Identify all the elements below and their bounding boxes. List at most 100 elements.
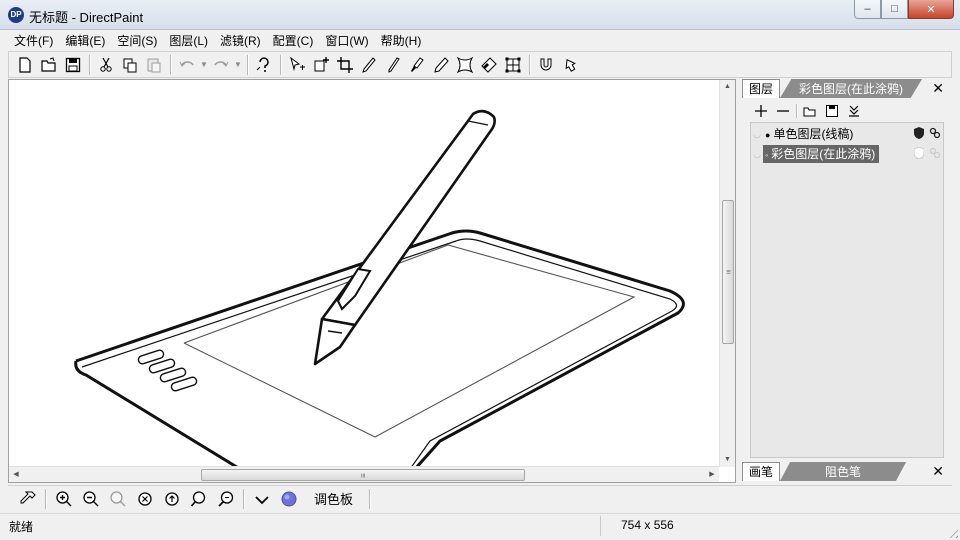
canvas-viewport: ▲ ≡ ▼ ◀ ≡ ▶ xyxy=(8,79,736,483)
status-message: 就绪 xyxy=(9,520,34,534)
view-toolbar: 调色板 xyxy=(8,485,952,511)
horizontal-scrollbar[interactable]: ◀ ≡ ▶ xyxy=(9,466,719,482)
layer-name-text: 单色图层(线稿) xyxy=(773,127,854,141)
crop-icon[interactable] xyxy=(333,54,357,76)
scroll-right-icon[interactable]: ▶ xyxy=(705,467,719,482)
menu-filter[interactable]: 滤镜(R) xyxy=(214,32,267,49)
vertical-scrollbar[interactable]: ▲ ≡ ▼ xyxy=(719,80,735,467)
eraser-icon[interactable] xyxy=(477,54,501,76)
menu-file[interactable]: 文件(F) xyxy=(8,32,59,49)
menu-help[interactable]: 帮助(H) xyxy=(375,32,428,49)
horizontal-scroll-thumb[interactable]: ≡ xyxy=(201,469,525,481)
layer-visibility-icon[interactable]: ◡ xyxy=(751,149,763,160)
maximize-button[interactable]: □ xyxy=(881,0,908,19)
layer-link-icon[interactable] xyxy=(929,126,941,140)
color-swatch-icon[interactable] xyxy=(275,488,302,510)
redo-dropdown-icon[interactable]: ▼ xyxy=(233,54,243,76)
minimize-button[interactable]: – xyxy=(854,0,881,19)
toolbar-separator xyxy=(89,54,90,75)
transform-icon[interactable] xyxy=(309,54,333,76)
layer-name: ◦ 彩色图层(在此涂鸦) xyxy=(763,145,880,163)
move-select-icon[interactable] xyxy=(285,54,309,76)
zoom-disabled-icon[interactable] xyxy=(104,488,131,510)
marker-icon[interactable] xyxy=(429,54,453,76)
toolbar-separator xyxy=(529,54,530,75)
vertical-scroll-thumb[interactable]: ≡ xyxy=(722,200,734,344)
window-title: 无标题 - DirectPaint xyxy=(29,10,144,25)
zoom-in-icon[interactable] xyxy=(50,488,77,510)
chevron-down-icon[interactable] xyxy=(248,488,275,510)
warp-icon[interactable] xyxy=(453,54,477,76)
layers-panel: 图层 彩色图层(在此涂鸦) ✕ ◡ ● 单色图层(线稿) ◡ ◦ 彩色图层(在此涂鸦… xyxy=(742,79,952,483)
undo-dropdown-icon[interactable]: ▼ xyxy=(199,54,209,76)
scroll-down-icon[interactable]: ▼ xyxy=(720,453,735,467)
add-layer-icon[interactable] xyxy=(750,102,772,120)
menu-layer[interactable]: 图层(L) xyxy=(163,32,214,49)
layer-name: ● 单色图层(线稿) xyxy=(763,125,857,143)
palette-button[interactable]: 调色板 xyxy=(302,489,365,508)
layer-bullet-icon: ◦ xyxy=(765,150,769,160)
save-icon[interactable] xyxy=(61,54,85,76)
toolbar-separator xyxy=(796,104,797,118)
open-layer-icon[interactable] xyxy=(799,102,821,120)
layer-visibility-icon[interactable]: ◡ xyxy=(751,129,763,140)
panel-close-icon[interactable]: ✕ xyxy=(932,80,944,96)
redo-icon[interactable] xyxy=(209,54,233,76)
pen-icon[interactable] xyxy=(381,54,405,76)
scroll-left-icon[interactable]: ◀ xyxy=(9,467,23,482)
brush-panel-close-icon[interactable]: ✕ xyxy=(932,463,944,479)
menu-window[interactable]: 窗口(W) xyxy=(319,32,374,49)
toolbar-separator xyxy=(280,54,281,75)
zoom-fit-icon[interactable] xyxy=(158,488,185,510)
save-layer-icon[interactable] xyxy=(821,102,843,120)
status-divider xyxy=(600,516,601,536)
color-picker-icon[interactable] xyxy=(14,488,41,510)
layer-tools xyxy=(750,102,944,120)
zoom-search-icon[interactable] xyxy=(185,488,212,510)
menu-bar: 文件(F) 编辑(E) 空间(S) 图层(L) 滤镜(R) 配置(C) 窗口(W… xyxy=(0,30,960,50)
close-button[interactable]: ✕ xyxy=(908,0,954,19)
tab-color-layer[interactable]: 彩色图层(在此涂鸦) xyxy=(780,79,923,98)
tab-brush[interactable]: 画笔 xyxy=(742,462,781,481)
drawing-canvas[interactable] xyxy=(10,81,720,468)
merge-down-icon[interactable] xyxy=(843,102,865,120)
layer-row-color[interactable]: ◡ ◦ 彩色图层(在此涂鸦) xyxy=(751,144,943,164)
main-toolbar: ▼ ▼ xyxy=(8,51,952,78)
layer-row-lineart[interactable]: ◡ ● 单色图层(线稿) xyxy=(751,124,943,144)
zoom-actual-icon[interactable] xyxy=(212,488,239,510)
toolbar-separator xyxy=(247,54,248,75)
remove-layer-icon[interactable] xyxy=(772,102,794,120)
new-file-icon[interactable] xyxy=(13,54,37,76)
menu-config[interactable]: 配置(C) xyxy=(267,32,320,49)
layers-panel-tabs: 图层 彩色图层(在此涂鸦) ✕ xyxy=(742,79,952,98)
mesh-icon[interactable] xyxy=(501,54,525,76)
open-folder-icon[interactable] xyxy=(37,54,61,76)
layer-flags xyxy=(913,146,941,160)
tablet-pen-line-art xyxy=(74,109,685,468)
tab-eraser[interactable]: 阻色笔 xyxy=(780,462,907,481)
paste-icon[interactable] xyxy=(142,54,166,76)
menu-space[interactable]: 空间(S) xyxy=(111,32,163,49)
layer-list: ◡ ● 单色图层(线稿) ◡ ◦ 彩色图层(在此涂鸦) xyxy=(750,122,944,458)
tab-layers[interactable]: 图层 xyxy=(742,79,781,98)
layer-lock-shield-icon[interactable] xyxy=(913,126,925,140)
scroll-up-icon[interactable]: ▲ xyxy=(720,80,735,94)
app-logo-icon: DP xyxy=(8,7,24,23)
zoom-out-icon[interactable] xyxy=(77,488,104,510)
scroll-grip-icon: ≡ xyxy=(726,267,731,277)
help-icon[interactable] xyxy=(252,54,276,76)
layer-lock-shield-icon[interactable] xyxy=(913,146,925,160)
cut-icon[interactable] xyxy=(94,54,118,76)
brush-icon[interactable] xyxy=(405,54,429,76)
menu-edit[interactable]: 编辑(E) xyxy=(59,32,111,49)
toolbar-separator xyxy=(45,488,46,509)
resize-grip-icon[interactable] xyxy=(946,526,958,538)
zoom-reset-icon[interactable] xyxy=(131,488,158,510)
toolbar-separator xyxy=(170,54,171,75)
pencil-icon[interactable] xyxy=(357,54,381,76)
copy-icon[interactable] xyxy=(118,54,142,76)
reset-view-icon[interactable] xyxy=(558,54,582,76)
undo-icon[interactable] xyxy=(175,54,199,76)
layer-link-icon[interactable] xyxy=(929,146,941,160)
magnet-icon[interactable] xyxy=(534,54,558,76)
